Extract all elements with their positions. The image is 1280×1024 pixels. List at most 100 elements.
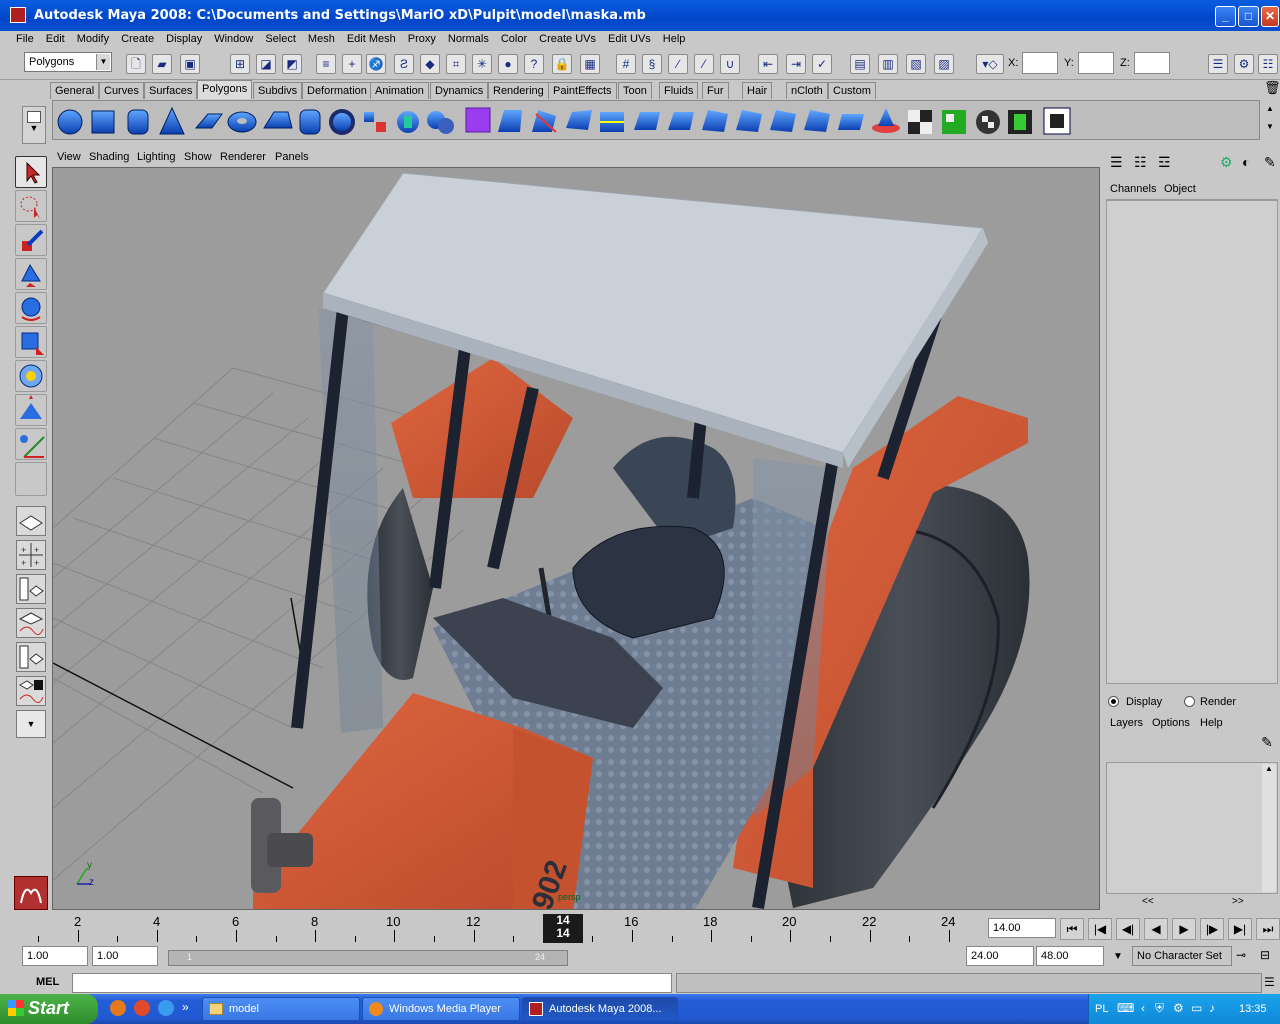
shelf-scroll[interactable]: ▲ ▼ <box>1262 104 1278 138</box>
boolean-icon[interactable] <box>427 111 454 134</box>
merge-icon[interactable] <box>736 110 762 132</box>
select-hierarchy-icon[interactable]: ⊞ <box>230 54 250 74</box>
maximize-button[interactable]: □ <box>1238 6 1259 27</box>
move-tool-icon[interactable] <box>15 258 47 290</box>
scale-tool-icon[interactable] <box>15 326 47 358</box>
current-time-field[interactable]: 14.00 <box>988 918 1056 938</box>
crease-icon[interactable] <box>872 108 900 133</box>
cylindrical-mapping-icon[interactable] <box>942 110 966 134</box>
menu-help[interactable]: Help <box>657 31 692 47</box>
poly-sphere-icon[interactable] <box>57 109 83 135</box>
keyboard-icon[interactable]: ⌨ <box>1117 1001 1134 1015</box>
panel-menu-renderer[interactable]: Renderer <box>220 151 266 163</box>
sphere-icon[interactable]: ◐ <box>1242 154 1250 170</box>
panel-menu-lighting[interactable]: Lighting <box>137 151 176 163</box>
poke-icon[interactable] <box>838 114 864 130</box>
window-title-bar[interactable]: Autodesk Maya 2008: C:\Documents and Set… <box>0 0 1280 31</box>
select-component-icon[interactable]: ◩ <box>282 54 302 74</box>
layer-editor-icon[interactable]: ☷ <box>1134 154 1147 171</box>
soft-modification-tool-icon[interactable] <box>15 394 47 426</box>
shelf-tab-ncloth[interactable]: nCloth <box>786 82 828 99</box>
transform-input-mode-icon[interactable]: ▾◇ <box>976 54 1004 74</box>
rotate-tool-icon[interactable] <box>15 292 47 324</box>
options-menu[interactable]: Options <box>1152 717 1190 729</box>
panel-menu-show[interactable]: Show <box>184 151 212 163</box>
trash-icon[interactable]: 🗑 <box>1264 80 1280 98</box>
shelf-tab-polygons[interactable]: Polygons <box>197 80 253 99</box>
layer-scrollbar[interactable]: ▲ <box>1262 764 1276 892</box>
menu-create-uvs[interactable]: Create UVs <box>533 31 602 47</box>
channel-box-toggle-icon[interactable]: ☷ <box>1258 54 1278 74</box>
start-time-field[interactable]: 1.00 <box>22 946 88 966</box>
shelf-tab-animation[interactable]: Animation <box>370 82 429 99</box>
language-indicator[interactable]: PL <box>1095 1003 1108 1015</box>
perspective-viewport[interactable]: 902 persp y z <box>52 167 1100 910</box>
snap-grid-icon[interactable]: # <box>616 54 636 74</box>
shelf-tab-rendering[interactable]: Rendering <box>488 82 549 99</box>
display-radio[interactable] <box>1108 696 1119 707</box>
menu-modify[interactable]: Modify <box>71 31 115 47</box>
snap-curve-icon[interactable]: § <box>642 54 662 74</box>
poly-plane-icon[interactable] <box>194 113 223 129</box>
snap-point-icon[interactable]: ∕ <box>668 54 688 74</box>
menu-file[interactable]: File <box>10 31 40 47</box>
show-manipulator-icon[interactable] <box>15 428 47 460</box>
smooth-icon[interactable] <box>465 107 491 133</box>
selection-mask-icon[interactable]: ≡ <box>316 54 336 74</box>
volume-icon[interactable]: ♪ <box>1209 1001 1215 1015</box>
menu-normals[interactable]: Normals <box>442 31 495 47</box>
menu-window[interactable]: Window <box>208 31 259 47</box>
panel-menu-view[interactable]: View <box>57 151 81 163</box>
menu-edit-mesh[interactable]: Edit Mesh <box>341 31 402 47</box>
scroll-right-button[interactable]: >> <box>1232 896 1244 907</box>
shelf-tab-curves[interactable]: Curves <box>99 82 144 99</box>
render-radio[interactable] <box>1184 696 1195 707</box>
menu-set-dropdown[interactable]: Polygons ▼ <box>24 52 112 72</box>
shelf-tab-deformation[interactable]: Deformation <box>302 82 372 99</box>
character-set-field[interactable]: No Character Set <box>1132 946 1232 966</box>
poly-soccer-icon[interactable] <box>329 109 355 135</box>
shelf-tab-hair[interactable]: Hair <box>742 82 773 99</box>
shelf-tab-surfaces[interactable]: Surfaces <box>144 82 198 99</box>
current-frame-marker[interactable]: 14 14 <box>543 914 583 943</box>
network-icon[interactable]: ⚙ <box>1173 1001 1184 1015</box>
start-button[interactable]: Start <box>0 994 98 1024</box>
step-forward-frame-icon[interactable]: |▶ <box>1200 918 1224 940</box>
combine-icon[interactable] <box>364 112 386 132</box>
last-used-tool-slot[interactable] <box>15 462 47 496</box>
input-ops-icon[interactable]: ⇤ <box>758 54 778 74</box>
uv-texture-editor-icon[interactable] <box>1043 107 1071 135</box>
wedge-icon[interactable] <box>804 110 830 132</box>
step-back-key-icon[interactable]: |◀ <box>1088 918 1112 940</box>
layout-chevron-down-icon[interactable]: ▼ <box>16 710 46 738</box>
save-scene-icon[interactable]: ▣ <box>180 54 200 74</box>
automatic-mapping-icon[interactable] <box>1008 110 1032 134</box>
firefox-icon[interactable] <box>110 1000 126 1016</box>
playback-end-field[interactable]: 24.00 <box>966 946 1034 966</box>
select-rendering-icon[interactable]: ● <box>498 54 518 74</box>
snap-view-plane-icon[interactable]: ⁄ <box>694 54 714 74</box>
poly-prism-icon[interactable] <box>263 111 293 129</box>
minimize-button[interactable]: _ <box>1215 6 1236 27</box>
object-menu[interactable]: Object <box>1164 183 1196 195</box>
range-bar[interactable]: 1 24 <box>168 950 568 966</box>
menu-edit[interactable]: Edit <box>40 31 71 47</box>
ie-icon[interactable] <box>158 1000 174 1016</box>
go-to-end-icon[interactable]: ⏭ <box>1256 918 1280 940</box>
animation-prefs-icon[interactable]: ⊟ <box>1260 948 1280 966</box>
end-time-field[interactable]: 48.00 <box>1036 946 1104 966</box>
attribute-editor-icon[interactable]: ☰ <box>1208 54 1228 74</box>
collapse-icon[interactable] <box>770 110 796 132</box>
channel-box-icon[interactable]: ☰ <box>1110 154 1123 171</box>
shelf-tab-custom[interactable]: Custom <box>828 82 876 99</box>
select-joints-icon[interactable]: ♐ <box>366 54 386 74</box>
universal-manipulator-icon[interactable] <box>15 360 47 392</box>
shelf-tab-fur[interactable]: Fur <box>702 82 729 99</box>
insert-edge-loop-icon[interactable] <box>634 112 660 130</box>
menu-display[interactable]: Display <box>160 31 208 47</box>
menu-proxy[interactable]: Proxy <box>402 31 442 47</box>
z-input[interactable] <box>1134 52 1170 74</box>
new-layer-icon[interactable]: ✎ <box>1256 734 1278 756</box>
select-deformations-icon[interactable]: ⌗ <box>446 54 466 74</box>
menu-select[interactable]: Select <box>259 31 302 47</box>
